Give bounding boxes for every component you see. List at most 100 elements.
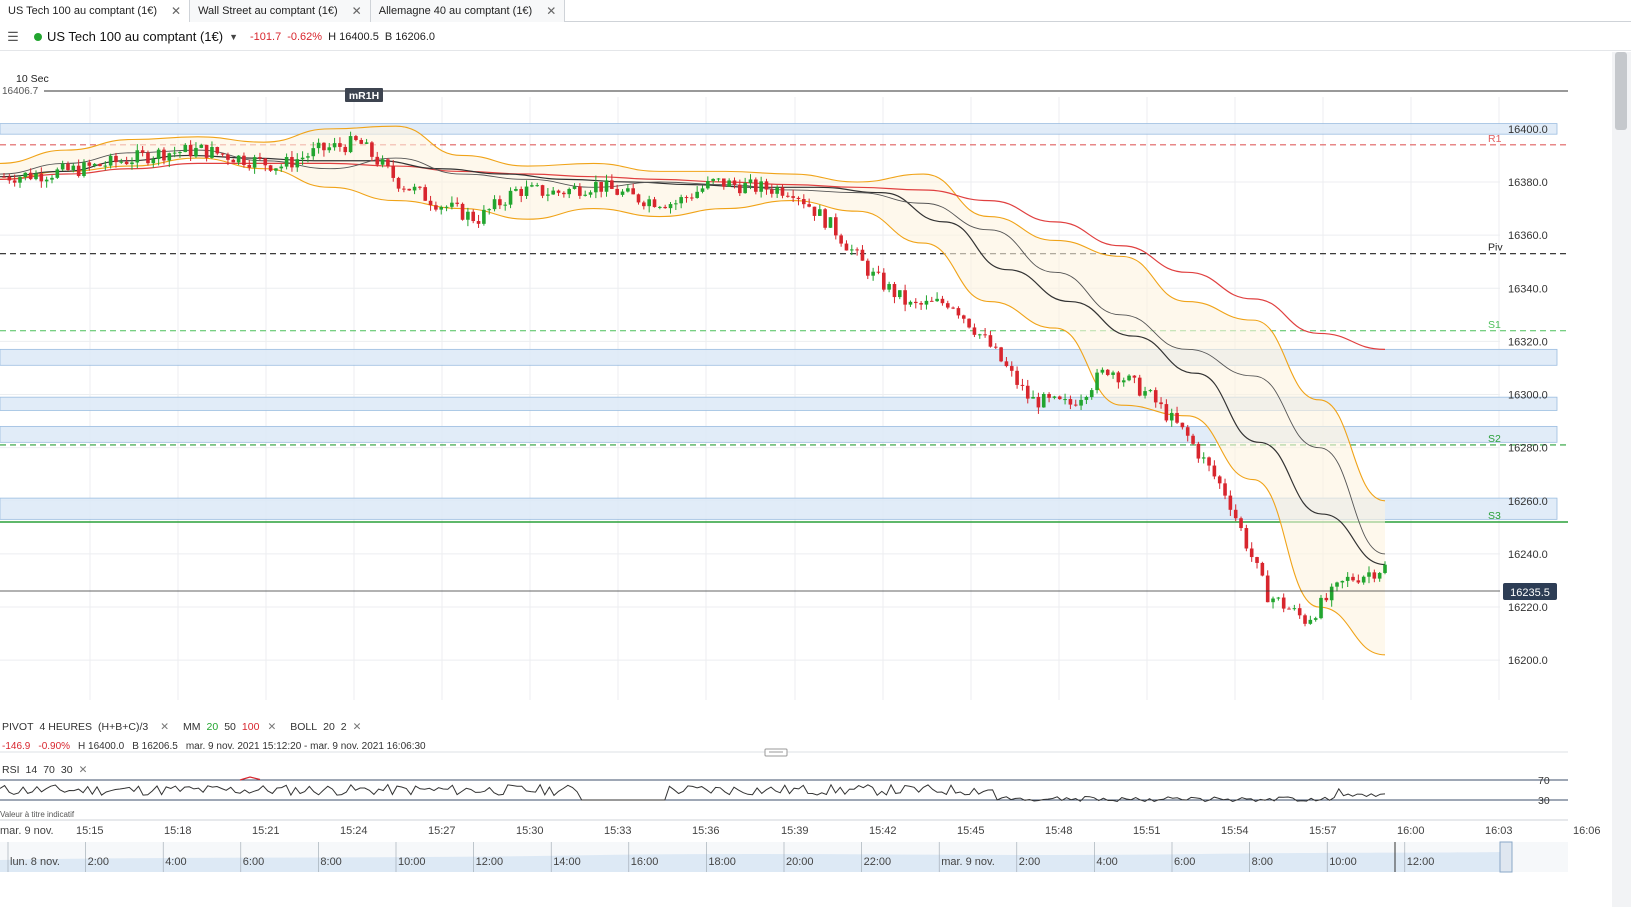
rsi-label[interactable]: RSI 14 70 30 ✕ (2, 764, 87, 776)
candle-body (807, 204, 811, 207)
candle-body (220, 153, 225, 155)
tab-wall-street[interactable]: Wall Street au comptant (1€) ✕ (190, 0, 371, 22)
candle-body (444, 206, 449, 208)
candle-body (199, 144, 204, 148)
candle-body (540, 185, 545, 196)
candle-body (519, 189, 524, 196)
candle-body (567, 188, 571, 195)
timeframe-label[interactable]: 10 Sec (16, 73, 49, 85)
pivot-indicator-label[interactable]: PIVOT 4 HEURES (H+B+C)/3 ✕ MM 20 50 100 ✕ BOLL 20 2… (2, 721, 361, 733)
candle-body (1057, 396, 1062, 400)
candle-body (194, 147, 198, 157)
candle-body (391, 165, 396, 178)
candle-body (1185, 427, 1190, 436)
candle-body (140, 150, 145, 153)
tab-allemagne-40[interactable]: Allemagne 40 au comptant (1€) ✕ (370, 0, 566, 22)
candle-body (375, 156, 380, 165)
candle-body (988, 335, 993, 347)
candle-body (551, 190, 556, 195)
candle-body (98, 163, 102, 167)
candle-body (961, 315, 966, 319)
time-tick-label: 15:24 (340, 825, 368, 837)
candle-body (1095, 372, 1099, 391)
time-tick-label: 16:06 (1573, 825, 1601, 837)
candle-body (764, 181, 769, 190)
candle-body (311, 148, 316, 157)
candle-body (983, 334, 987, 336)
candle-body (876, 271, 881, 273)
candle-body (556, 190, 561, 193)
candle-body (508, 190, 513, 205)
candle-body (722, 178, 726, 187)
candle-body (1319, 597, 1323, 619)
tab-label: Wall Street au comptant (1€) (198, 5, 338, 17)
close-icon[interactable]: ✕ (546, 4, 556, 18)
candle-body (967, 318, 971, 328)
candle-body (1121, 380, 1126, 383)
candle-body (135, 150, 140, 163)
candle-body (167, 153, 172, 161)
overview-label: 4:00 (165, 856, 186, 868)
candle-body (1116, 372, 1121, 383)
instrument-name[interactable]: US Tech 100 au comptant (1€) (47, 29, 223, 44)
pivot-label-r1: R1 (1488, 133, 1502, 145)
vertical-scrollbar[interactable] (1612, 52, 1631, 907)
candle-body (7, 176, 12, 181)
time-tick-label: 15:33 (604, 825, 632, 837)
info-line: -146.9 -0.90% H 16400.0 B 16206.5 mar. 9 nov… (2, 741, 426, 752)
candle-body (865, 260, 870, 276)
candle-body (897, 290, 902, 298)
candle-body (151, 159, 156, 164)
candle-body (498, 199, 502, 206)
candle-body (1105, 369, 1110, 375)
candle-body (1196, 443, 1201, 459)
overview-label: mar. 9 nov. (941, 856, 995, 868)
candle-body (1335, 582, 1339, 587)
candle-body (306, 156, 310, 158)
candle-body (951, 307, 955, 309)
candle-body (1036, 396, 1041, 408)
candle-body (572, 186, 577, 189)
candle-body (210, 147, 214, 158)
time-tick-label: 15:18 (164, 825, 192, 837)
candle-body (402, 188, 406, 190)
candle-body (284, 157, 289, 167)
chevron-down-icon[interactable]: ▼ (229, 32, 238, 42)
candle-body (1015, 370, 1019, 385)
rsi-upper-tick: 70 (1538, 775, 1550, 787)
close-icon[interactable]: ✕ (352, 4, 362, 18)
candle-body (860, 249, 865, 261)
pivot-label-s3: S3 (1488, 510, 1501, 522)
candle-body (881, 272, 886, 290)
price-change: -101.7 (250, 30, 282, 43)
time-tick-label: 15:27 (428, 825, 456, 837)
candle-body (71, 165, 76, 170)
overview-label: 2:00 (88, 856, 109, 868)
current-price-label: 16235.5 (1510, 587, 1550, 599)
top-line-label: 16406.7 (2, 86, 39, 97)
candle-body (322, 142, 326, 151)
scrollbar-thumb[interactable] (1615, 52, 1627, 130)
candle-body (34, 173, 38, 180)
candle-body (412, 186, 417, 191)
candle-body (818, 209, 822, 216)
candle-body (295, 159, 300, 168)
overview-navigator[interactable]: lun. 8 nov. 2:00 4:00 6:00 8:00 10:00 12:00 14:… (0, 841, 1568, 873)
candle-body (1324, 597, 1329, 601)
candle-body (668, 204, 673, 209)
candle-body (231, 159, 236, 163)
candle-body (1004, 361, 1009, 367)
candle-body (236, 155, 241, 163)
candle-body (1041, 393, 1046, 408)
tab-us-tech-100[interactable]: US Tech 100 au comptant (1€) ✕ (0, 0, 191, 22)
candle-body (743, 182, 747, 194)
candle-body (343, 146, 348, 153)
candle-body (849, 249, 854, 251)
overview-label: 22:00 (864, 856, 892, 868)
candle-body (364, 142, 369, 144)
hamburger-icon[interactable]: ☰ (2, 29, 24, 45)
pivot-label-piv: Piv (1488, 242, 1503, 254)
candle-body (1340, 580, 1345, 583)
price-chart[interactable]: R1 Piv S1 S2 S3 16400.0 16380.0 16360.0 16340.0… (0, 52, 1612, 907)
close-icon[interactable]: ✕ (171, 4, 181, 18)
